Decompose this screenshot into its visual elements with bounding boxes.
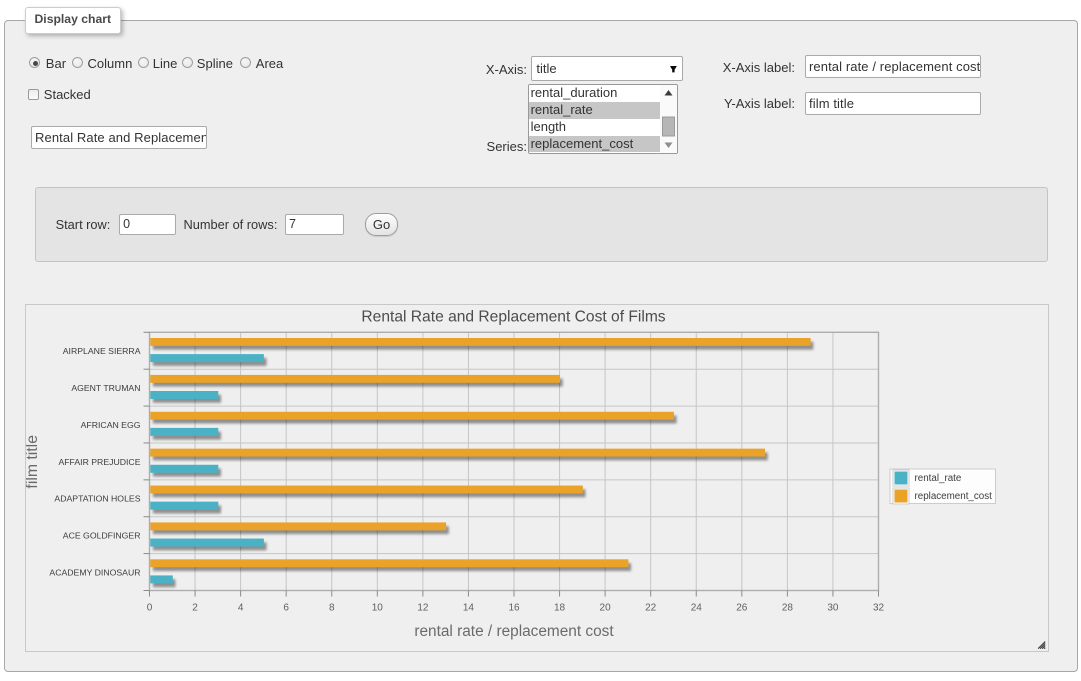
svg-text:12: 12 xyxy=(417,602,429,613)
svg-text:8: 8 xyxy=(329,602,335,613)
svg-text:14: 14 xyxy=(463,602,475,613)
svg-text:10: 10 xyxy=(372,602,384,613)
svg-text:20: 20 xyxy=(600,602,612,613)
svg-text:30: 30 xyxy=(827,602,839,613)
svg-text:rental rate / replacement cost: rental rate / replacement cost xyxy=(414,623,614,640)
svg-text:ACADEMY DINOSAUR: ACADEMY DINOSAUR xyxy=(49,567,140,577)
svg-text:0: 0 xyxy=(147,602,153,613)
svg-text:22: 22 xyxy=(645,602,657,613)
svg-text:replacement_cost: replacement_cost xyxy=(915,491,993,502)
svg-text:AFFAIR PREJUDICE: AFFAIR PREJUDICE xyxy=(58,456,140,466)
svg-text:film title: film title xyxy=(26,434,41,488)
svg-text:28: 28 xyxy=(782,602,794,613)
svg-text:4: 4 xyxy=(238,602,244,613)
svg-text:AIRPLANE SIERRA: AIRPLANE SIERRA xyxy=(63,346,141,356)
svg-text:AFRICAN EGG: AFRICAN EGG xyxy=(81,419,141,429)
svg-text:16: 16 xyxy=(508,602,520,613)
svg-text:2: 2 xyxy=(192,602,198,613)
svg-text:ADAPTATION HOLES: ADAPTATION HOLES xyxy=(54,493,140,503)
svg-text:AGENT TRUMAN: AGENT TRUMAN xyxy=(71,383,140,393)
svg-text:ACE GOLDFINGER: ACE GOLDFINGER xyxy=(63,530,141,540)
svg-text:32: 32 xyxy=(873,602,885,613)
svg-text:18: 18 xyxy=(554,602,566,613)
svg-text:rental_rate: rental_rate xyxy=(915,473,962,484)
svg-text:Rental Rate and Replacement Co: Rental Rate and Replacement Cost of Film… xyxy=(361,308,665,325)
svg-text:24: 24 xyxy=(691,602,703,613)
svg-text:26: 26 xyxy=(736,602,748,613)
svg-text:6: 6 xyxy=(283,602,289,613)
